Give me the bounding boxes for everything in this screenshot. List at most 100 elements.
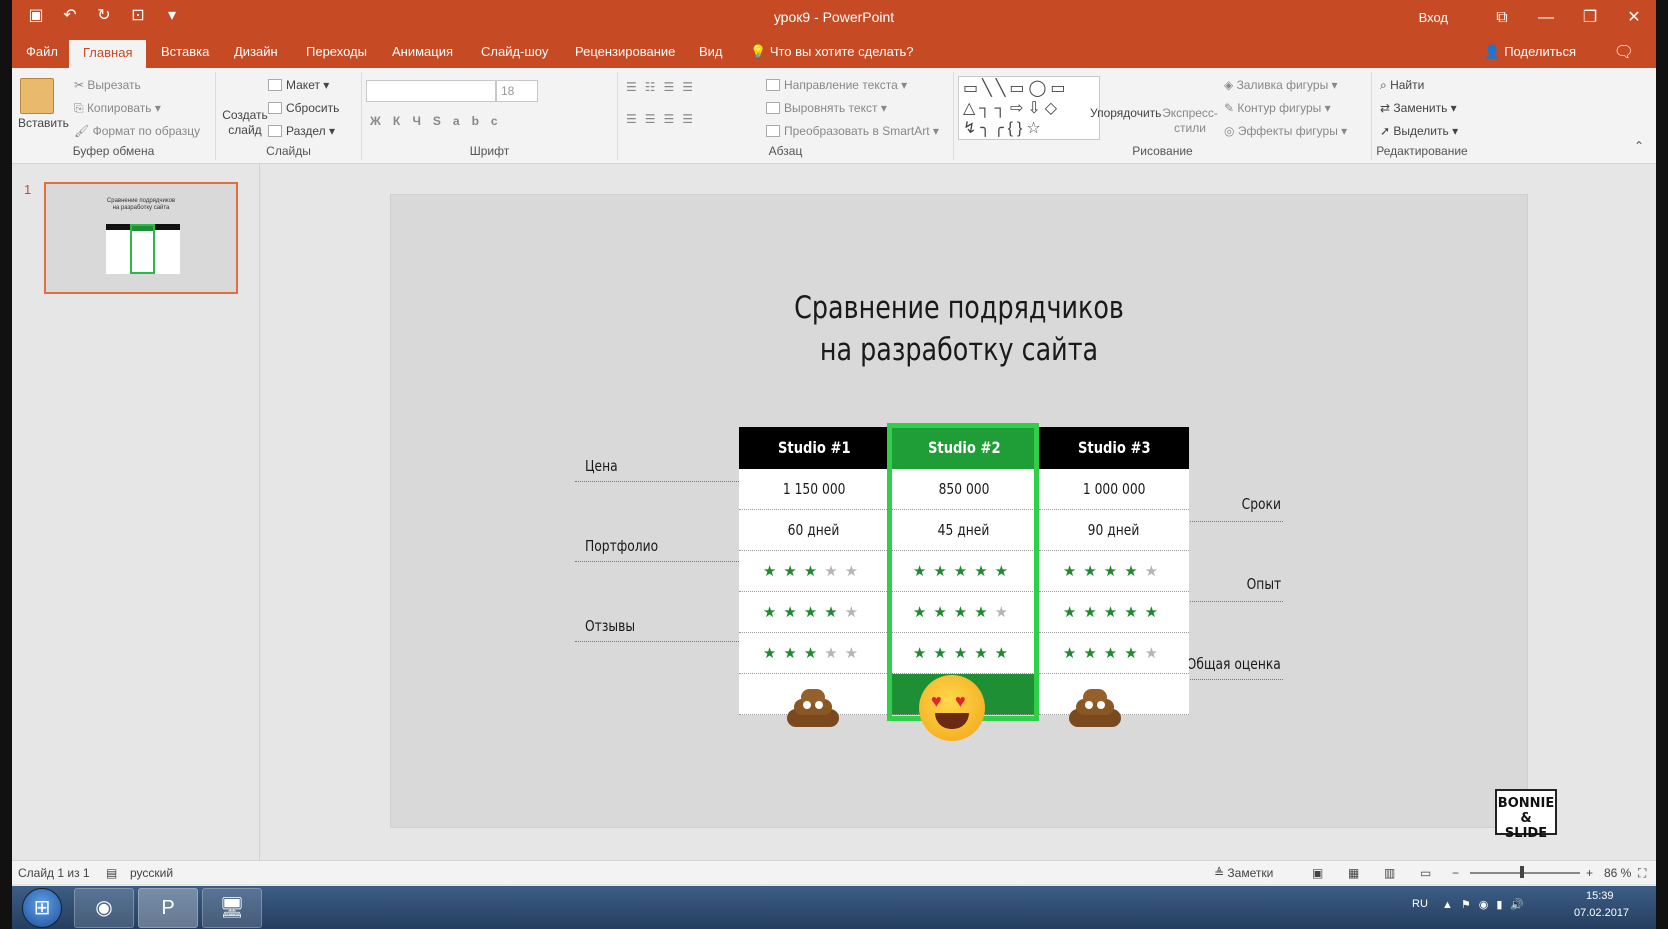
- star-filled-icon: ★: [803, 562, 825, 580]
- reviews-rating-studio-2: ★★★★★: [889, 633, 1039, 674]
- share-button[interactable]: 👤 Поделиться: [1484, 44, 1576, 60]
- star-empty-icon: ★: [824, 562, 845, 580]
- tab-home[interactable]: Главная: [69, 40, 147, 68]
- shape-effects-button[interactable]: ◎ Эффекты фигуры ▾: [1224, 124, 1347, 138]
- share-label: Поделиться: [1504, 44, 1576, 59]
- paste-icon[interactable]: [20, 78, 54, 114]
- chrome-taskbar-icon[interactable]: ◉: [74, 888, 134, 928]
- windows-taskbar: ⊞ ◉ P 🖥 RU ▲⚑◉▮🔊 15:39 07.02.2017: [12, 886, 1656, 929]
- slide-thumbnail-1[interactable]: Сравнение подрядчиков на разработку сайта: [44, 182, 238, 294]
- normal-view-icon[interactable]: ▣: [1312, 866, 1323, 880]
- remote-desktop-taskbar-icon[interactable]: 🖥: [202, 888, 262, 928]
- notes-button[interactable]: ≜ Заметки: [1214, 866, 1273, 880]
- shape-outline-button[interactable]: ✎ Контур фигуры ▾: [1224, 101, 1331, 115]
- slide-title[interactable]: Сравнение подрядчиков на разработку сайт…: [493, 287, 1425, 371]
- font-name-input[interactable]: [366, 80, 496, 102]
- language-indicator[interactable]: русский: [130, 866, 173, 880]
- smartart-button[interactable]: Преобразовать в SmartArt ▾: [766, 124, 939, 138]
- zoom-slider[interactable]: [1470, 872, 1580, 874]
- keyboard-language[interactable]: RU: [1412, 898, 1428, 910]
- clock-date[interactable]: 07.02.2017: [1574, 907, 1629, 919]
- format-painter-button[interactable]: 🖌 Формат по образцу: [74, 124, 200, 138]
- arrange-button[interactable]: Упорядочить: [1090, 106, 1161, 120]
- clock-time[interactable]: 15:39: [1586, 890, 1614, 902]
- reading-view-icon[interactable]: ▥: [1384, 866, 1395, 880]
- star-filled-icon: ★: [1144, 603, 1166, 621]
- restore-button[interactable]: ❐: [1572, 6, 1608, 30]
- star-filled-icon: ★: [933, 562, 954, 580]
- tab-review[interactable]: Рецензирование: [575, 44, 675, 59]
- select-button[interactable]: ➚ Выделить ▾: [1380, 124, 1458, 138]
- label-price: Цена: [585, 457, 618, 475]
- replace-button[interactable]: ⇄ Заменить ▾: [1380, 101, 1457, 115]
- notes-label: Заметки: [1227, 866, 1274, 880]
- align-text-button[interactable]: Выровнять текст ▾: [766, 101, 887, 115]
- tab-file[interactable]: Файл: [26, 44, 58, 59]
- star-filled-icon: ★: [1062, 644, 1084, 662]
- slide-canvas[interactable]: Сравнение подрядчиков на разработку сайт…: [390, 194, 1557, 841]
- tab-slideshow[interactable]: Слайд-шоу: [481, 44, 548, 59]
- terms-studio-3: 90 дней: [1039, 510, 1189, 551]
- ribbon-home: Вставить ✂ Вырезать ⎘ Копировать ▾ 🖌 Фор…: [12, 68, 1656, 164]
- portfolio-rating-studio-2: ★★★★★: [889, 551, 1039, 592]
- collapse-ribbon-icon[interactable]: ⌃: [1634, 139, 1644, 153]
- font-format-buttons[interactable]: ЖКЧSabc: [370, 114, 510, 128]
- shape-fill-button[interactable]: ◈ Заливка фигуры ▾: [1224, 78, 1338, 92]
- find-button[interactable]: ⌕ Найти: [1380, 78, 1424, 93]
- star-filled-icon: ★: [762, 562, 784, 580]
- start-button-icon[interactable]: ⊞: [22, 888, 62, 928]
- comments-icon[interactable]: 🗨: [1614, 42, 1634, 62]
- price-studio-1: 1 150 000: [739, 469, 889, 510]
- column-studio-3: Studio #3 1 000 000 90 дней ★★★★★ ★★★★★ …: [1039, 427, 1189, 715]
- star-filled-icon: ★: [1103, 562, 1125, 580]
- list-buttons[interactable]: ☰☷☰☰: [626, 80, 701, 94]
- fit-slide-icon[interactable]: ⛶: [1638, 866, 1646, 881]
- tab-animations[interactable]: Анимация: [392, 44, 453, 59]
- zoom-slider-thumb[interactable]: [1520, 866, 1524, 878]
- close-button[interactable]: ✕: [1616, 6, 1652, 30]
- text-direction-button[interactable]: Направление текста ▾: [766, 78, 907, 92]
- status-bar: Слайд 1 из 1 ▤ русский ≜ Заметки ▣ ▦ ▥ ▭…: [12, 860, 1656, 884]
- align-buttons[interactable]: ☰☰☰☰: [626, 112, 701, 126]
- tray-icons[interactable]: ▲⚑◉▮🔊: [1442, 898, 1532, 911]
- reset-label: Сбросить: [286, 101, 340, 115]
- slide-sorter-icon[interactable]: ▦: [1348, 866, 1359, 880]
- zoom-level[interactable]: 86 %: [1604, 866, 1631, 880]
- powerpoint-taskbar-icon[interactable]: P: [138, 888, 198, 928]
- copy-button[interactable]: ⎘ Копировать ▾: [74, 101, 161, 116]
- slide-title-line2: на разработку сайта: [819, 332, 1099, 368]
- section-button[interactable]: Раздел ▾: [268, 124, 335, 138]
- tab-view[interactable]: Вид: [699, 44, 723, 59]
- tab-transitions[interactable]: Переходы: [306, 44, 367, 59]
- sign-in-link[interactable]: Вход: [1419, 10, 1448, 25]
- title-bar: ▣ ↶ ↻ ⊡ ▾ урок9 - PowerPoint Вход ⧉ — ❐ …: [12, 0, 1656, 36]
- label-experience: Опыт: [1246, 575, 1281, 593]
- star-filled-icon: ★: [1062, 603, 1084, 621]
- terms-studio-1: 60 дней: [739, 510, 889, 551]
- tell-me-search[interactable]: 💡 Что вы хотите сделать?: [750, 44, 914, 60]
- ribbon-display-options-icon[interactable]: ⧉: [1484, 6, 1520, 30]
- slideshow-view-icon[interactable]: ▭: [1420, 866, 1431, 880]
- shapes-gallery[interactable]: ▭╲╲▭◯▭ △┐┐⇨⇩◇ ↯╮╭{}☆: [958, 76, 1100, 140]
- zoom-in-icon[interactable]: +: [1586, 866, 1593, 880]
- cut-button[interactable]: ✂ Вырезать: [74, 78, 141, 92]
- new-slide-button[interactable]: Создать слайд: [220, 108, 270, 138]
- tab-design[interactable]: Дизайн: [234, 44, 278, 59]
- star-filled-icon: ★: [1124, 644, 1145, 662]
- terms-studio-1-value: 60 дней: [788, 521, 840, 539]
- star-filled-icon: ★: [912, 562, 934, 580]
- tell-me-label: Что вы хотите сделать?: [769, 44, 914, 59]
- zoom-out-icon[interactable]: −: [1452, 866, 1459, 880]
- tab-insert[interactable]: Вставка: [161, 44, 209, 59]
- spellcheck-icon[interactable]: ▤: [106, 866, 117, 880]
- layout-button[interactable]: Макет ▾: [268, 78, 329, 92]
- header-studio-3: Studio #3: [1039, 427, 1189, 469]
- quick-styles-button[interactable]: Экспресс-стили: [1160, 106, 1220, 136]
- paste-button[interactable]: Вставить: [18, 116, 69, 130]
- minimize-button[interactable]: —: [1528, 6, 1564, 30]
- reset-button[interactable]: Сбросить: [268, 101, 339, 115]
- font-size-input[interactable]: 18: [496, 80, 538, 102]
- guide-line-reviews: [575, 641, 741, 642]
- star-filled-icon: ★: [953, 644, 975, 662]
- group-font-label: Шрифт: [469, 144, 510, 158]
